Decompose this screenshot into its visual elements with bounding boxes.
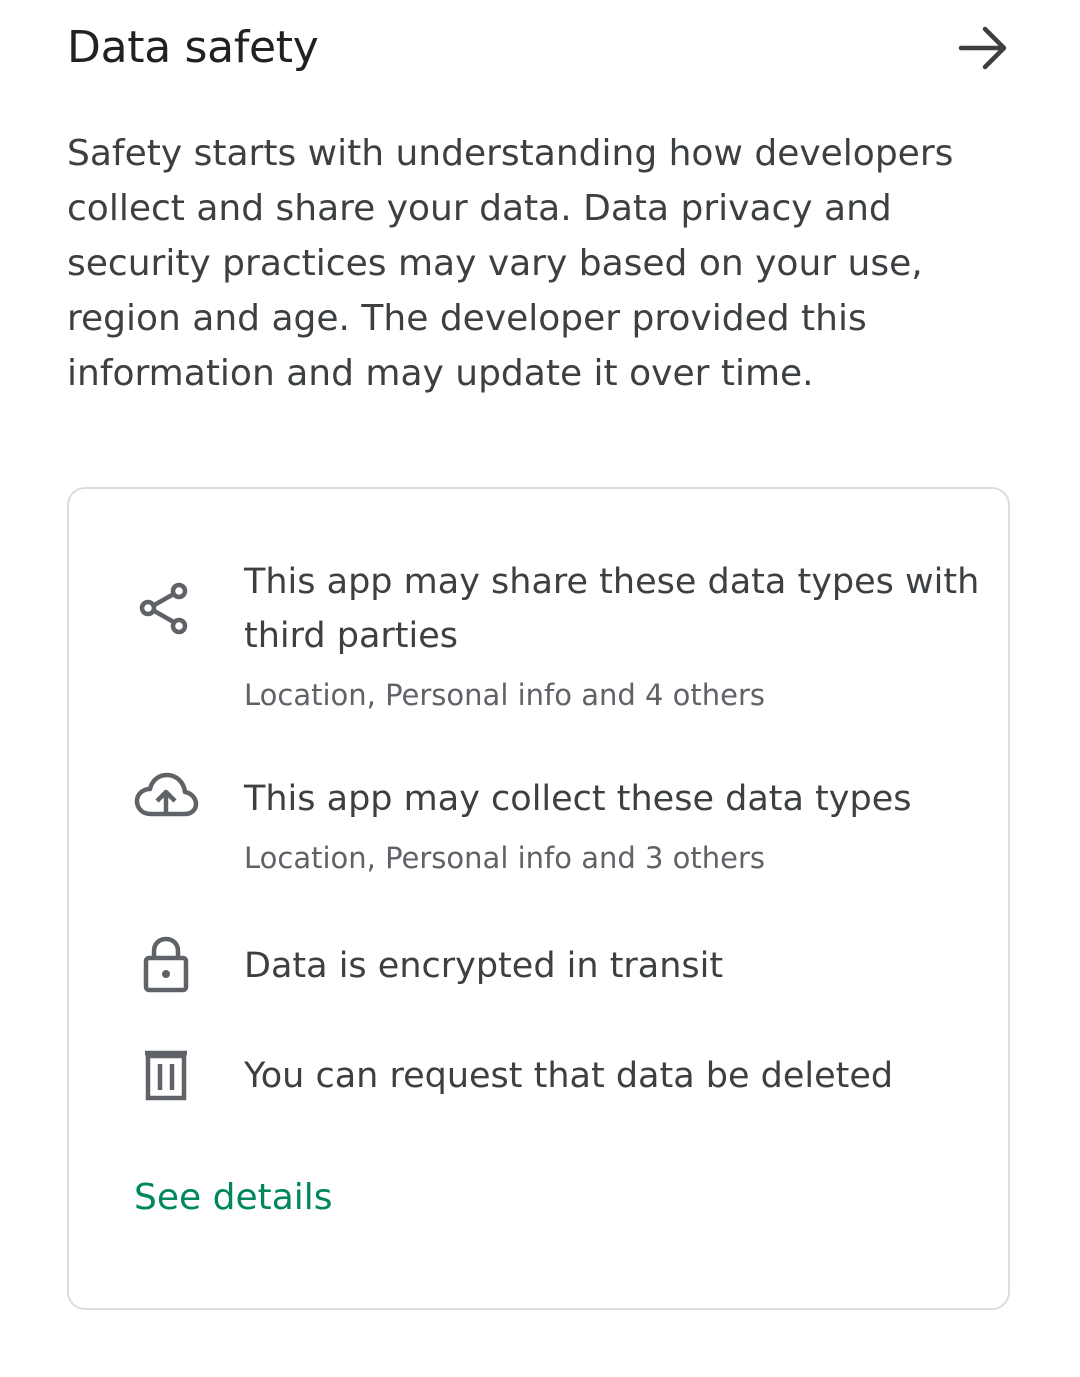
share-data-title: This app may share these data types with…	[244, 562, 980, 656]
deletion-title: You can request that data be deleted	[244, 1056, 894, 1096]
trash-icon	[133, 1044, 199, 1110]
collect-data-subtitle: Location, Personal info and 3 others	[244, 841, 766, 875]
section-title: Data safety	[67, 22, 319, 73]
encryption-title: Data is encrypted in transit	[244, 946, 724, 986]
collect-data-text: This app may collect these data types Lo…	[244, 772, 984, 878]
data-safety-card: This app may share these data types with…	[67, 487, 1010, 1310]
section-header: Data safety	[67, 18, 1013, 82]
deletion-text: You can request that data be deleted	[244, 1049, 984, 1103]
lock-icon	[133, 933, 199, 999]
share-icon	[133, 577, 199, 643]
arrow-right-icon[interactable]	[953, 18, 1013, 78]
collect-data-title: This app may collect these data types	[244, 779, 912, 819]
section-description: Safety starts with understanding how dev…	[67, 133, 954, 394]
cloud-upload-icon	[133, 766, 199, 832]
encryption-text: Data is encrypted in transit	[244, 939, 984, 993]
see-details-link[interactable]: See details	[134, 1177, 333, 1218]
share-data-subtitle: Location, Personal info and 4 others	[244, 678, 766, 712]
share-data-text: This app may share these data types with…	[244, 555, 984, 715]
